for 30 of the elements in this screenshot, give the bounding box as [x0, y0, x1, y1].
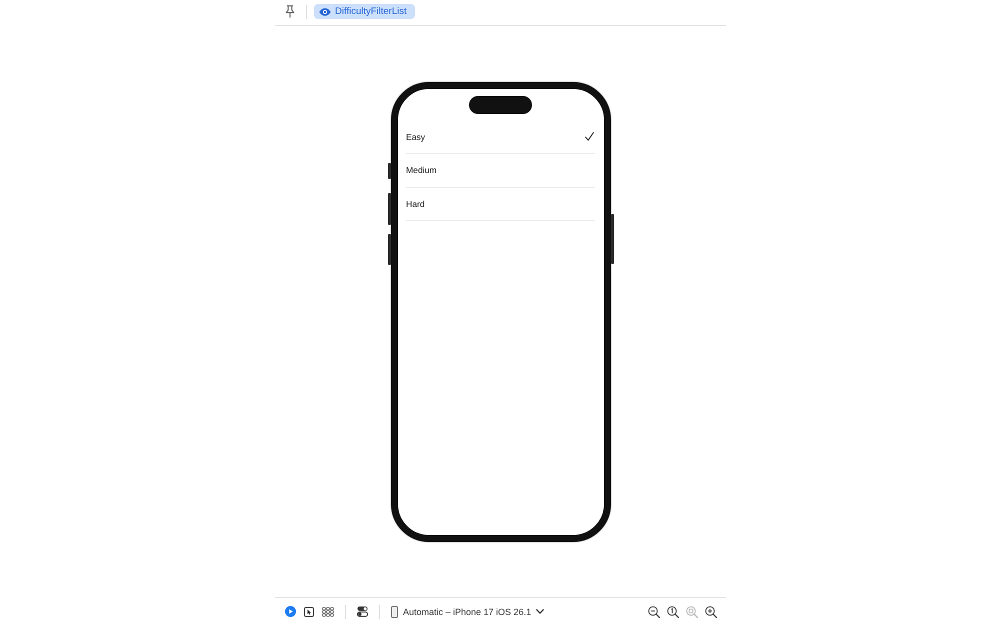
list-row[interactable]: Hard [406, 188, 595, 221]
list-row[interactable]: Medium [406, 154, 595, 188]
grid-icon [322, 606, 334, 616]
eye-icon [319, 8, 331, 16]
device-menu[interactable]: Automatic – iPhone 17 iOS 26.1 [391, 606, 544, 618]
phone-icon [391, 606, 398, 618]
pin-button[interactable] [285, 5, 295, 18]
zoom-fit-icon [686, 606, 698, 618]
list-row[interactable]: Easy [406, 120, 595, 154]
zoom-actual-size-icon [667, 606, 679, 618]
side-key [388, 234, 390, 264]
zoom-button[interactable] [705, 606, 717, 618]
zoom-button[interactable] [648, 606, 660, 618]
play-icon [285, 606, 296, 617]
chevron-down-icon [536, 609, 544, 614]
side-key [610, 214, 614, 264]
zoom-in-icon [705, 606, 717, 618]
side-key [388, 162, 390, 178]
zoom-button[interactable] [667, 606, 679, 618]
live-preview-button[interactable] [285, 606, 296, 617]
variants-button[interactable] [322, 606, 334, 616]
pointer-icon [304, 606, 314, 616]
toggles-icon [357, 606, 368, 617]
side-key [388, 192, 390, 224]
preview-tab[interactable]: DifficultyFilterList [314, 4, 415, 19]
zoom-out-icon [648, 606, 660, 618]
device-settings-button[interactable] [357, 606, 368, 617]
dynamic-island [469, 96, 532, 114]
selectable-mode-button[interactable] [304, 606, 314, 616]
pin-icon [285, 5, 295, 18]
